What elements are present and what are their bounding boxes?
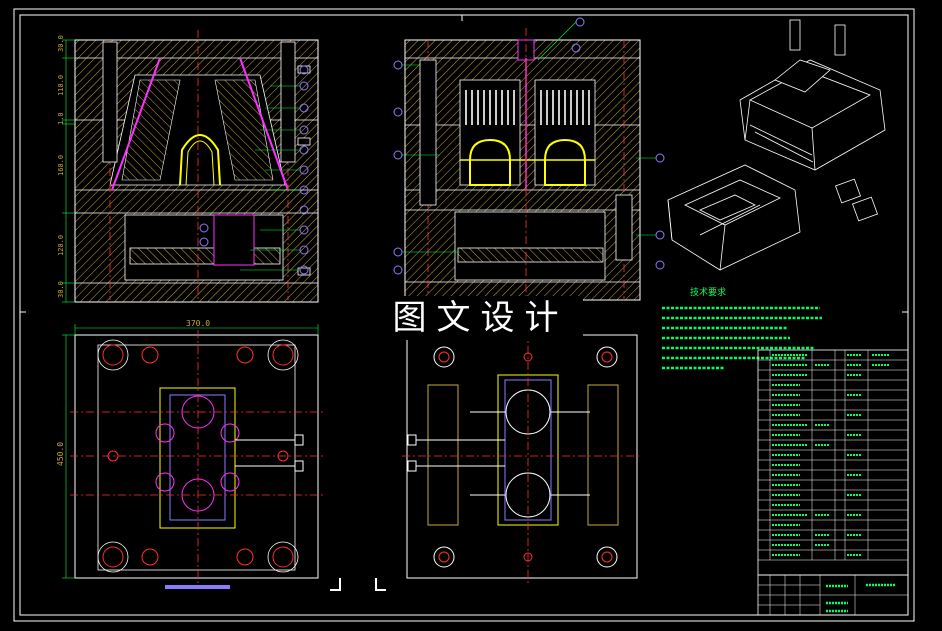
- bill-of-materials: [757, 349, 909, 576]
- plan-view-moving-half: [402, 330, 642, 584]
- isometric-views: [667, 19, 886, 271]
- dim-stack-4: 160.0: [57, 155, 65, 176]
- dim-front-width: 370.0: [186, 319, 210, 328]
- side-section-view: [393, 17, 665, 301]
- dim-stack-6: 30.0: [57, 281, 65, 298]
- dim-stack-2: 110.0: [57, 75, 65, 96]
- dim-front-height: 450.0: [56, 442, 65, 466]
- tech-requirements-title: 技术要求: [690, 286, 726, 298]
- plan-view-fixed-half: 370.0 450.0: [56, 319, 325, 589]
- dim-stack-5: 120.0: [57, 235, 65, 256]
- dim-stack-1: 30.0: [57, 35, 65, 52]
- watermark-text: 图文设计: [378, 296, 583, 340]
- title-block: [757, 574, 909, 616]
- corner-marks: [330, 578, 386, 591]
- front-section-view: 30.0 110.0 1.0 160.0 120.0 30.0: [57, 30, 319, 303]
- dim-stack-3: 1.0: [57, 112, 65, 125]
